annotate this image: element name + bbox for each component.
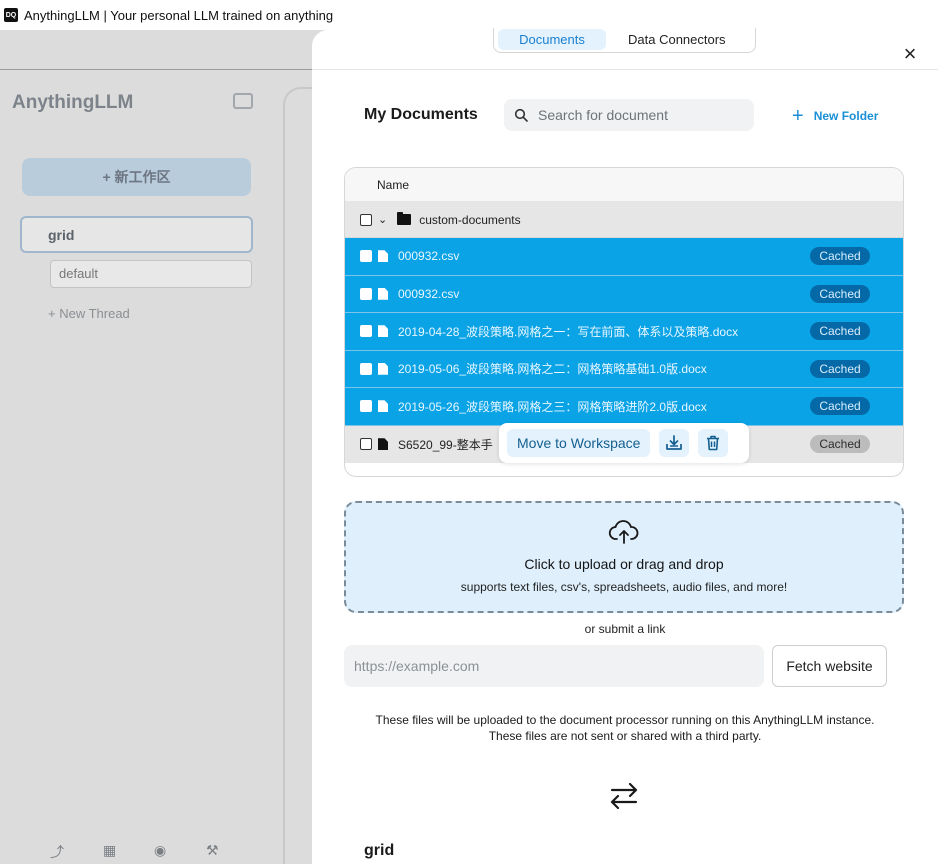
settings-wrench-icon: ⚒	[206, 842, 219, 858]
file-row[interactable]: 2019-05-26_波段策略.网格之三：网格策略进阶2.0版.docx Cac…	[345, 388, 903, 426]
file-name: 2019-05-06_波段策略.网格之二：网格策略基础1.0版.docx	[398, 362, 707, 377]
cached-badge: Cached	[810, 359, 870, 378]
file-name: S6520_99-整本手	[398, 437, 493, 452]
cloud-upload-icon	[608, 520, 639, 544]
or-submit-link-label: or submit a link	[584, 622, 666, 636]
file-row[interactable]: 2019-04-28_波段策略.网格之一：写在前面、体系以及策略.docx Ca…	[345, 313, 903, 351]
thread-item: default	[50, 260, 252, 288]
file-checkbox[interactable]	[360, 250, 372, 263]
upload-dropzone[interactable]: Click to upload or drag and drop support…	[344, 501, 904, 613]
cached-badge: Cached	[810, 322, 870, 341]
page-title: My Documents	[364, 106, 478, 123]
discord-icon: ◉	[154, 842, 167, 858]
file-name: 000932.csv	[398, 249, 460, 264]
plus-icon: +	[792, 105, 804, 127]
tab-data-connectors[interactable]: Data Connectors	[618, 29, 736, 50]
swap-arrows-icon[interactable]	[607, 779, 641, 813]
file-name: 000932.csv	[398, 286, 460, 301]
move-to-folder-button[interactable]	[659, 429, 690, 457]
file-checkbox[interactable]	[360, 287, 372, 300]
link-url-input[interactable]	[344, 645, 764, 687]
cached-badge: Cached	[810, 435, 870, 454]
trash-icon	[707, 435, 720, 451]
file-checkbox[interactable]	[360, 400, 372, 413]
modal-divider	[312, 69, 938, 70]
folder-checkbox[interactable]	[360, 213, 372, 226]
document-manager-modal: Documents Data Connectors × My Documents…	[312, 28, 938, 864]
brand-logo: AnythingLLM	[12, 92, 134, 113]
file-row[interactable]: 2019-05-06_波段策略.网格之二：网格策略基础1.0版.docx Cac…	[345, 350, 903, 388]
upload-subtitle: supports text files, csv's, spreadsheets…	[460, 580, 788, 594]
search-box	[504, 99, 754, 131]
delete-button[interactable]	[698, 429, 729, 457]
modal-tabs: Documents Data Connectors	[493, 28, 756, 53]
new-folder-button[interactable]: + New Folder	[792, 106, 878, 126]
cached-badge: Cached	[810, 397, 870, 416]
background-divider	[0, 69, 320, 70]
search-input[interactable]	[538, 107, 738, 123]
disclaimer-line-1: These files will be uploaded to the docu…	[375, 713, 875, 727]
file-icon	[378, 287, 388, 300]
privacy-disclaimer: These files will be uploaded to the docu…	[312, 712, 938, 744]
file-checkbox[interactable]	[360, 362, 372, 375]
community-icon: ⤴	[50, 844, 64, 860]
window-titlebar: DQ AnythingLLM | Your personal LLM train…	[0, 0, 938, 30]
file-icon	[378, 362, 388, 375]
file-icon	[378, 400, 388, 413]
app-logo-icon: DQ	[4, 8, 18, 22]
cached-badge: Cached	[810, 284, 870, 303]
window-title: AnythingLLM | Your personal LLM trained …	[24, 7, 334, 23]
cached-badge: Cached	[810, 247, 870, 266]
search-icon	[514, 108, 528, 122]
file-row[interactable]: 000932.csv Cached	[345, 275, 903, 313]
file-row[interactable]: 000932.csv Cached	[345, 238, 903, 276]
sidebar-toggle-icon	[233, 93, 253, 109]
file-icon	[378, 250, 388, 263]
docs-icon: ▦	[103, 842, 117, 858]
file-checkbox[interactable]	[360, 438, 372, 451]
upload-title: Click to upload or drag and drop	[524, 556, 724, 572]
disclaimer-line-2: These files are not sent or shared with …	[488, 729, 762, 743]
workspace-item: grid	[20, 216, 253, 253]
file-name: 2019-05-26_波段策略.网格之三：网格策略进阶2.0版.docx	[398, 399, 707, 414]
file-icon	[378, 438, 388, 451]
tray-download-icon	[666, 435, 683, 450]
column-header-name: Name	[345, 168, 903, 202]
folder-row[interactable]: ⌄ custom-documents	[345, 202, 903, 238]
new-thread-button: + New Thread	[48, 306, 130, 321]
new-workspace-button: + 新工作区	[22, 158, 251, 196]
chevron-down-icon[interactable]: ⌄	[378, 213, 387, 226]
workspace-title: grid	[364, 842, 395, 859]
file-icon	[378, 325, 388, 338]
move-to-workspace-button[interactable]: Move to Workspace	[507, 429, 651, 457]
file-checkbox[interactable]	[360, 325, 372, 338]
folder-name: custom-documents	[419, 212, 521, 227]
selection-action-bar: Move to Workspace	[499, 423, 749, 463]
file-name: 2019-04-28_波段策略.网格之一：写在前面、体系以及策略.docx	[398, 324, 739, 339]
folder-icon	[397, 212, 412, 225]
new-folder-label: New Folder	[813, 109, 879, 123]
fetch-website-button[interactable]: Fetch website	[772, 645, 887, 687]
close-icon[interactable]: ×	[900, 41, 920, 66]
tab-documents[interactable]: Documents	[498, 28, 606, 50]
